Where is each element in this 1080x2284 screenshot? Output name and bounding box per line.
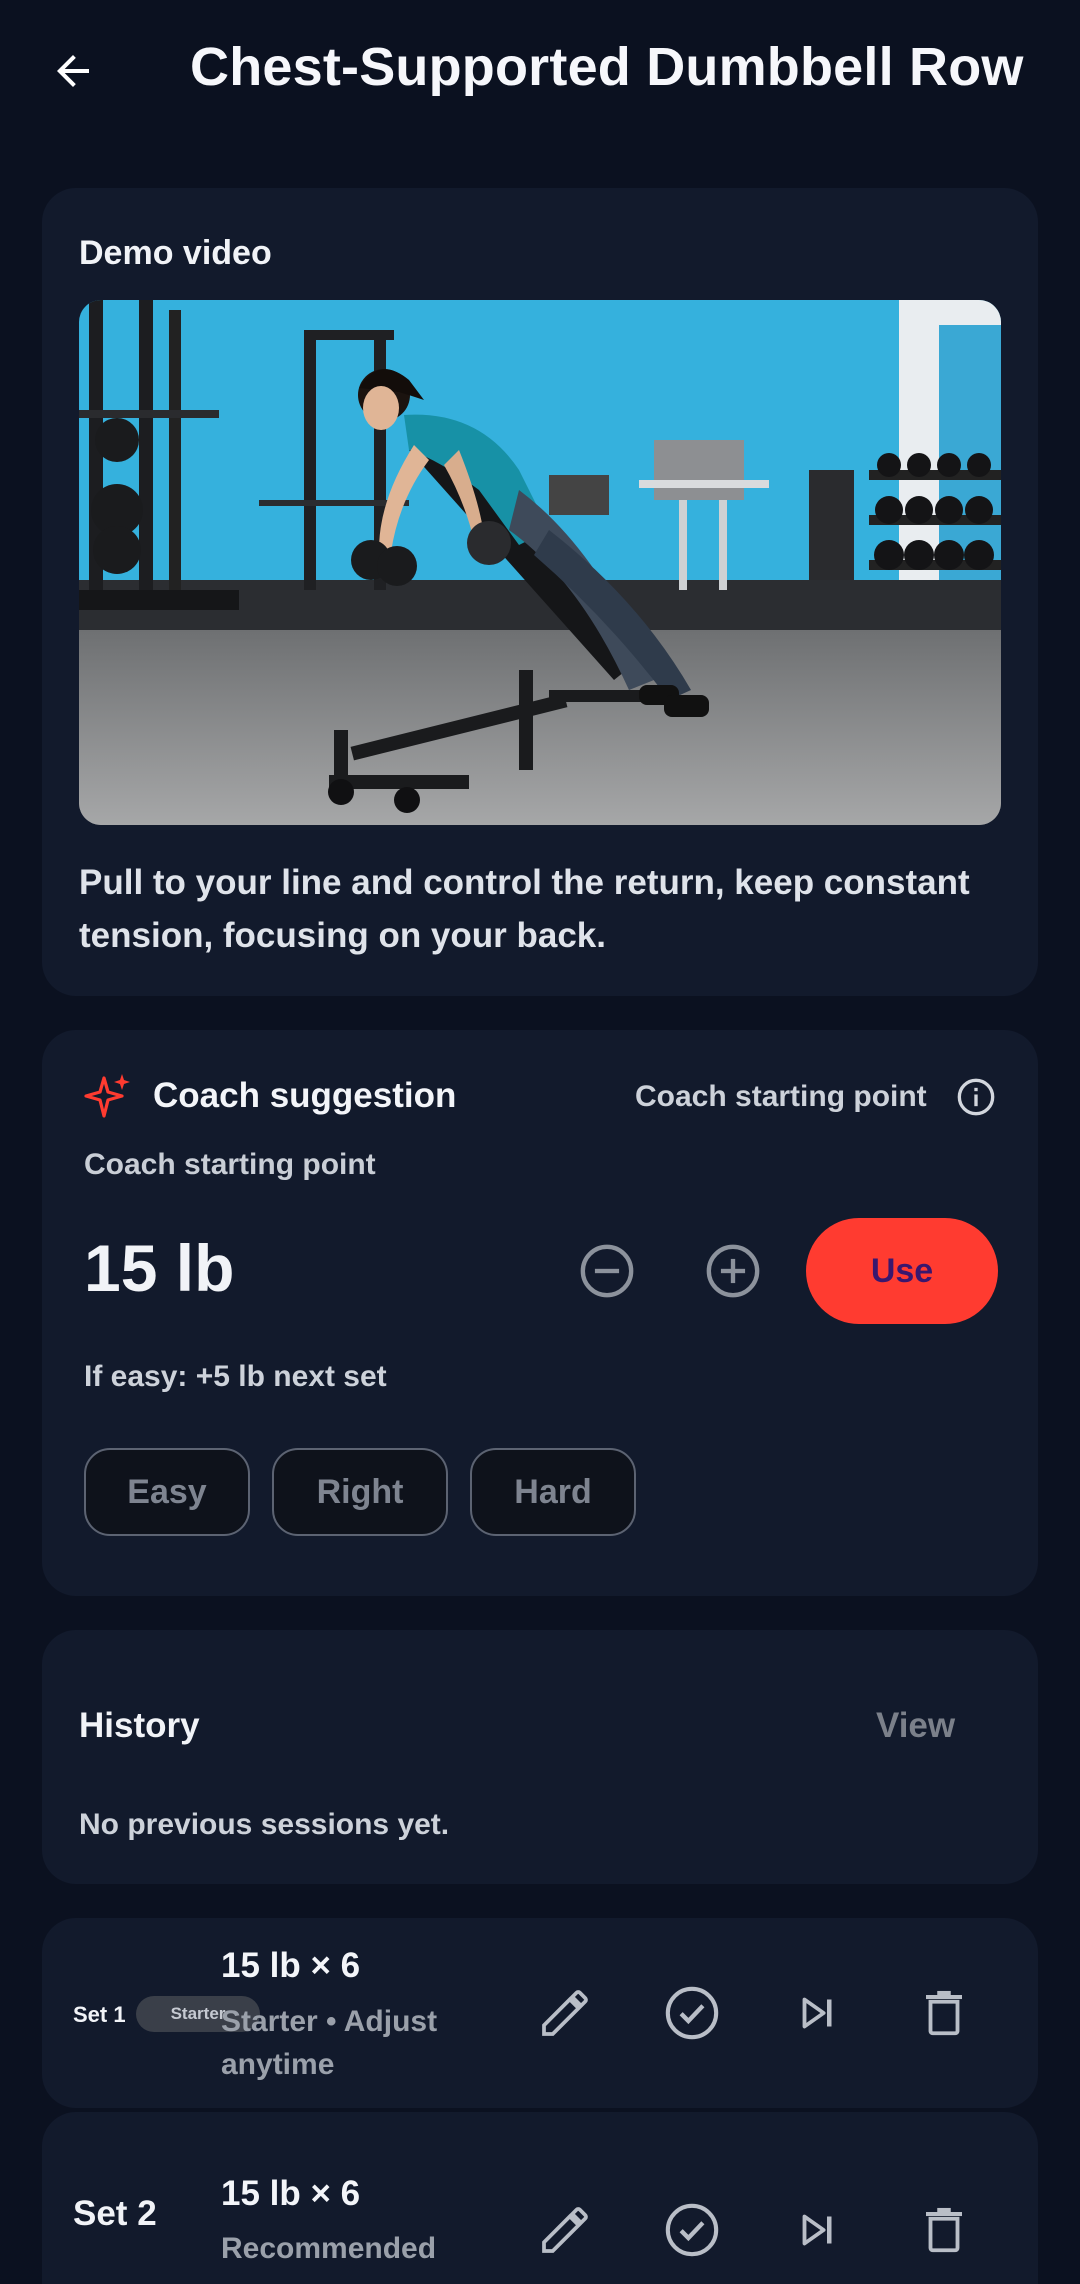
progression-hint: If easy: +5 lb next set bbox=[84, 1360, 387, 1393]
sparkle-icon bbox=[84, 1074, 130, 1118]
delete-set-button[interactable] bbox=[914, 2200, 974, 2260]
trash-icon bbox=[926, 1990, 962, 2036]
page-title: Chest-Supported Dumbbell Row bbox=[190, 37, 1024, 97]
set-weight-reps: 15 lb × 6 bbox=[221, 2174, 361, 2213]
delete-set-button[interactable] bbox=[914, 1983, 974, 2043]
coach-starting-point-link[interactable]: Coach starting point bbox=[635, 1080, 927, 1114]
exercise-screen: Chest-Supported Dumbbell Row Demo video bbox=[0, 0, 1080, 2284]
set-subtitle: Starter • Adjust anytime bbox=[221, 2005, 438, 2081]
info-icon[interactable] bbox=[956, 1077, 996, 1117]
pencil-icon bbox=[542, 2207, 588, 2253]
history-view-button[interactable]: View bbox=[876, 1706, 955, 1746]
set-row: Set 1 Starter 15 lb × 6 Starter • Adjust… bbox=[42, 1918, 1038, 2108]
edit-set-button[interactable] bbox=[535, 1983, 595, 2043]
arrow-left-icon bbox=[57, 55, 89, 87]
top-app-bar: Chest-Supported Dumbbell Row bbox=[0, 0, 1080, 150]
feedback-right-chip[interactable]: Right bbox=[272, 1448, 448, 1536]
pencil-icon bbox=[542, 1990, 588, 2036]
history-empty-text: No previous sessions yet. bbox=[79, 1808, 450, 1841]
decrease-weight-button[interactable] bbox=[578, 1242, 636, 1300]
coach-suggestion-title: Coach suggestion bbox=[153, 1076, 457, 1115]
history-card: History View No previous sessions yet. bbox=[42, 1630, 1038, 1884]
minus-circle-icon bbox=[580, 1244, 634, 1298]
skip-next-icon bbox=[802, 2214, 832, 2246]
edit-set-button[interactable] bbox=[535, 2200, 595, 2260]
use-weight-button[interactable]: Use bbox=[806, 1218, 998, 1324]
trash-icon bbox=[926, 2207, 962, 2253]
suggested-weight-value: 15 lb bbox=[84, 1231, 235, 1305]
history-title: History bbox=[79, 1706, 200, 1745]
demo-video-heading: Demo video bbox=[79, 234, 272, 272]
check-circle-icon bbox=[665, 2203, 719, 2257]
feedback-easy-chip[interactable]: Easy bbox=[84, 1448, 250, 1536]
coach-suggestion-card: Coach suggestion Coach starting point Co… bbox=[42, 1030, 1038, 1596]
demo-video-player[interactable] bbox=[79, 300, 1001, 825]
skip-next-icon bbox=[802, 1997, 832, 2029]
demo-video-card: Demo video Pull to your line and control… bbox=[42, 188, 1038, 996]
skip-set-button[interactable] bbox=[788, 1983, 848, 2043]
feedback-hard-chip[interactable]: Hard bbox=[470, 1448, 636, 1536]
set-subtitle: Recommended bbox=[221, 2232, 437, 2265]
coach-starting-point-label: Coach starting point bbox=[84, 1148, 376, 1181]
demo-description: Pull to your line and control the return… bbox=[79, 863, 970, 955]
set-label: Set 2 bbox=[73, 2194, 157, 2233]
gym-scene-thumbnail bbox=[79, 300, 1001, 825]
complete-set-button[interactable] bbox=[662, 1983, 722, 2043]
increase-weight-button[interactable] bbox=[704, 1242, 762, 1300]
complete-set-button[interactable] bbox=[662, 2200, 722, 2260]
plus-circle-icon bbox=[706, 1244, 760, 1298]
set-weight-reps: 15 lb × 6 bbox=[221, 1946, 361, 1985]
set-label: Set 1 bbox=[73, 2002, 126, 2027]
check-circle-icon bbox=[665, 1986, 719, 2040]
set-row: Set 2 15 lb × 6 Recommended bbox=[42, 2112, 1038, 2284]
back-button[interactable] bbox=[40, 38, 106, 104]
skip-set-button[interactable] bbox=[788, 2200, 848, 2260]
